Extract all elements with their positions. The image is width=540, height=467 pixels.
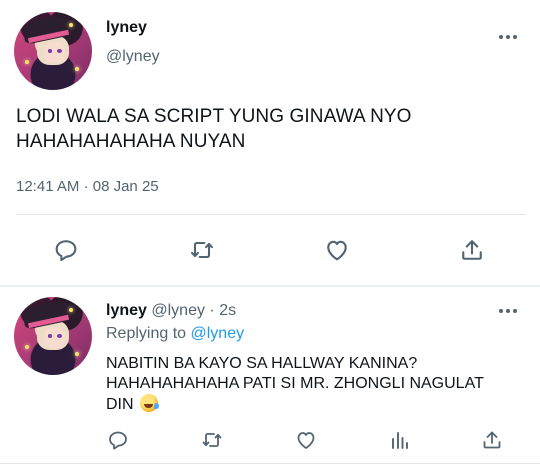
divider [16, 214, 526, 215]
reply-icon[interactable] [106, 428, 130, 452]
tweet-text: LODI WALA SA SCRIPT YUNG GINAWA NYO HAHA… [16, 104, 526, 154]
analytics-icon[interactable] [388, 428, 412, 452]
replying-to-handle[interactable]: @lyney [191, 325, 245, 342]
reply-header: lyney @lyney · 2s [106, 302, 236, 320]
rolling-on-floor-laughing-emoji [140, 394, 160, 412]
reply-more-icon[interactable] [499, 309, 517, 313]
tweet-text-line-2: HAHAHAHAHAHA NUYAN [16, 131, 246, 152]
avatar[interactable] [14, 12, 92, 90]
like-icon[interactable] [323, 236, 351, 264]
reply-text-line-1: NABITIN BA KAYO SA HALLWAY KANINA? [106, 355, 418, 372]
section-divider [0, 285, 540, 287]
display-name[interactable]: lyney [106, 19, 147, 37]
reply-age: 2s [219, 302, 237, 319]
share-icon[interactable] [480, 428, 504, 452]
tweet-timestamp[interactable]: 12:41 AM · 08 Jan 25 [16, 178, 159, 195]
user-handle[interactable]: @lyney [106, 48, 160, 66]
more-icon[interactable] [499, 35, 517, 39]
retweet-icon[interactable] [200, 428, 224, 452]
reply-dot: · [209, 302, 215, 319]
bottom-divider [0, 463, 540, 464]
reply-icon[interactable] [52, 236, 80, 264]
reply-text: NABITIN BA KAYO SA HALLWAY KANINA? HAHAH… [106, 354, 531, 415]
replying-to-label: Replying to [106, 325, 187, 342]
reply-avatar[interactable] [14, 297, 92, 375]
share-icon[interactable] [458, 236, 486, 264]
retweet-icon[interactable] [188, 236, 216, 264]
reply-handle[interactable]: @lyney [151, 302, 205, 319]
reply-text-line-2: HAHAHAHAHAHA PATI SI MR. ZHONGLI NAGULAT [106, 375, 484, 392]
reply-text-line-3: DIN [106, 396, 134, 413]
like-icon[interactable] [294, 428, 318, 452]
tweet-time: 12:41 AM [16, 178, 80, 195]
replying-to: Replying to @lyney [106, 325, 244, 343]
timestamp-separator: · [83, 178, 89, 195]
reply-display-name[interactable]: lyney [106, 302, 147, 319]
tweet-date: 08 Jan 25 [92, 178, 159, 195]
tweet-text-line-1: LODI WALA SA SCRIPT YUNG GINAWA NYO [16, 106, 412, 127]
